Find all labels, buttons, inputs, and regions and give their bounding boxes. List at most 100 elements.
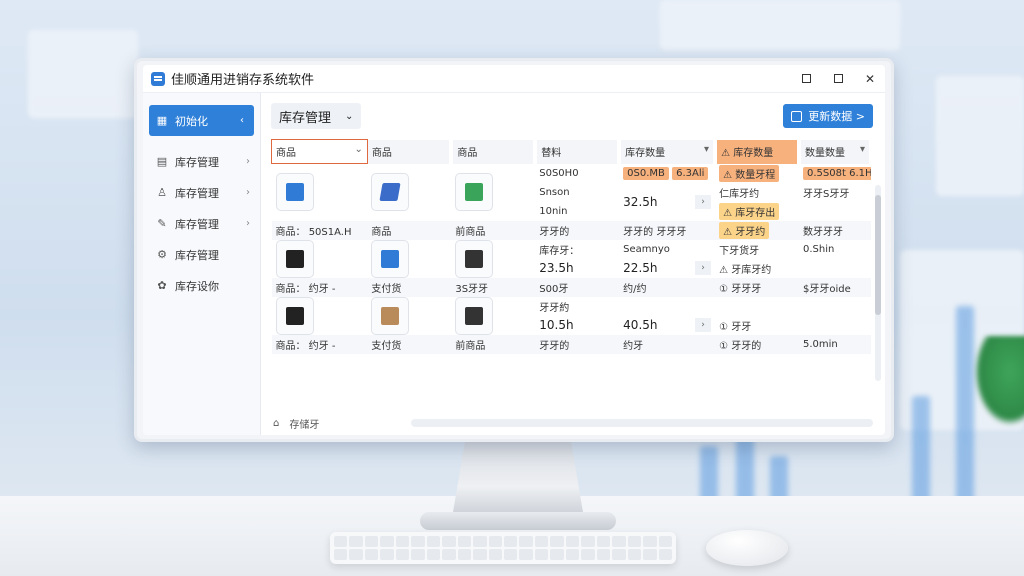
sidebar-item-init[interactable]: ▦ 初始化 ‹	[149, 105, 254, 136]
expand-button[interactable]: ›	[695, 318, 712, 332]
monitor-base	[420, 512, 616, 530]
minimize-button[interactable]	[799, 72, 813, 86]
gear-icon: ⚙	[157, 248, 167, 261]
cell: 23.5h	[539, 261, 574, 275]
cell: 0.5S08t 6.1H	[799, 164, 871, 183]
sidebar-item-settings[interactable]: ✿ 库存设你	[143, 270, 260, 301]
column-header[interactable]: 库存数量 ▾	[619, 139, 718, 164]
table-row[interactable]: 库存牙： Seamnyo 下牙货牙 0.Shin	[272, 239, 872, 278]
cell: ① 牙牙牙	[715, 277, 799, 297]
sidebar-item-inventory-3[interactable]: ✎ 库存管理 ›	[143, 208, 260, 239]
table-row[interactable]: 商品： 约牙 - 支付货 前商品 牙牙的 约牙 ① 牙牙的 5.0min	[271, 334, 871, 354]
column-header[interactable]: ⚠ 库存数量	[715, 139, 801, 164]
cell: 商品	[367, 220, 452, 240]
update-data-button[interactable]: 更新数据 >	[783, 104, 873, 128]
cell: 牙牙S牙牙	[803, 188, 850, 200]
product-thumbnail	[371, 173, 410, 211]
keyboard-key	[473, 536, 487, 547]
sidebar-item-inventory-4[interactable]: ⚙ 库存管理	[143, 239, 260, 270]
app-window: 佳顺通用进销存系统软件 ✕ ▦ 初始化 ‹ ▤ 库存管理 › ♙ 库存管理 › …	[143, 65, 885, 435]
keyboard-key	[643, 549, 657, 560]
footer-bar: ⌂ 存储牙	[273, 416, 319, 431]
product-thumbnail	[455, 296, 494, 335]
column-header[interactable]: 商品	[367, 139, 454, 164]
cell: 仁库牙约	[719, 188, 760, 200]
maximize-icon	[833, 74, 843, 83]
cell: 0S0.MB 6.3Ali	[619, 164, 715, 183]
cell: ⚠ 库牙存出	[715, 202, 799, 221]
cell: 32.5h ›	[619, 183, 715, 221]
keyboard-key	[627, 536, 642, 547]
footer-label: 存储牙	[289, 420, 320, 431]
home-icon[interactable]: ⌂	[273, 418, 279, 429]
product-thumbnail	[275, 296, 314, 335]
background-panel	[660, 0, 900, 50]
cell: ⚠ 数量牙程	[715, 164, 799, 183]
cell: 3S牙牙	[451, 277, 536, 297]
close-button[interactable]: ✕	[863, 72, 877, 86]
keyboard-key	[488, 536, 502, 547]
keyboard-key	[395, 536, 410, 547]
cell: ⚠ 牙库牙约	[719, 264, 772, 276]
column-header[interactable]: 数量数量 ▾	[799, 139, 873, 164]
warning-icon: ⚠	[721, 148, 734, 159]
keyboard-key	[565, 536, 580, 547]
sidebar-item-inventory-1[interactable]: ▤ 库存管理 ›	[143, 146, 260, 177]
grid-icon: ▦	[156, 114, 168, 127]
table-row[interactable]: S0S0H0 0S0.MB 6.3Ali ⚠ 数量牙程 0.5S08t 6.1H	[272, 164, 871, 212]
cell	[799, 316, 871, 335]
settings-icon: ✿	[157, 279, 167, 292]
keyboard-key	[442, 536, 456, 547]
keyboard-key	[534, 549, 549, 560]
horizontal-scrollbar[interactable]	[411, 419, 873, 427]
cell: 0.Shin	[803, 243, 835, 255]
keyboard-key	[395, 549, 410, 560]
sidebar-item-label: 库存管理	[175, 217, 219, 231]
window-title: 佳顺通用进销存系统软件	[171, 73, 315, 88]
cell: 数牙牙牙	[799, 220, 871, 240]
cell: 支付货	[367, 334, 452, 354]
cell	[799, 297, 871, 316]
module-dropdown[interactable]: 库存管理 ⌄	[271, 103, 362, 129]
cell: 牙牙的 牙牙牙	[619, 220, 716, 240]
cell: 5.0min	[799, 334, 871, 354]
cell: Seamnyo	[623, 243, 670, 255]
expand-button[interactable]: ›	[695, 261, 712, 275]
chevron-down-icon: ⌄	[345, 110, 354, 122]
keyboard-key	[550, 536, 564, 547]
expand-button[interactable]: ›	[695, 194, 712, 209]
column-header[interactable]: 替料	[535, 139, 622, 164]
cell: Snson	[539, 186, 570, 198]
refresh-icon	[791, 110, 803, 122]
sidebar-item-label: 库存管理	[175, 155, 219, 169]
cell: 10nin	[539, 205, 568, 217]
keyboard-key	[411, 536, 425, 547]
background-bar	[956, 306, 974, 516]
keyboard-key	[380, 536, 394, 547]
cell: 前商品	[451, 334, 536, 354]
close-icon: ✕	[864, 71, 876, 86]
cell: ① 牙牙	[719, 321, 752, 333]
keyboard-key	[457, 536, 472, 547]
column-header[interactable]: 商品	[451, 139, 538, 164]
page-title: 库存管理	[279, 110, 332, 126]
table-row[interactable]: 牙牙約	[272, 296, 872, 335]
keyboard-key	[550, 549, 564, 560]
background-plant	[974, 336, 1024, 426]
table-row[interactable]: 商品： 约牙 - 支付货 3S牙牙 S00牙 约/约 ① 牙牙牙 $牙牙oide	[271, 277, 871, 297]
keyboard-key	[612, 549, 626, 560]
maximize-button[interactable]	[831, 72, 845, 86]
product-thumbnail	[371, 296, 410, 335]
chevron-right-icon: ›	[246, 156, 250, 167]
column-header[interactable]: 商品 ⌄	[271, 139, 368, 164]
cell: 下牙货牙	[719, 245, 760, 257]
table-header-row: 商品 ⌄ 商品 商品 替料 库存数量 ▾ ⚠ 库存数量 数量数量 ▾	[271, 139, 873, 164]
table-row[interactable]: 商品： 50S1A.H 商品 前商品 牙牙的 牙牙的 牙牙牙 ⚠ 牙牙约 数牙牙…	[271, 220, 871, 240]
sidebar-item-inventory-2[interactable]: ♙ 库存管理 ›	[143, 177, 260, 208]
keyboard-key	[503, 536, 518, 547]
cell: ⚠ 牙牙约	[715, 220, 799, 240]
chevron-down-icon: ▾	[704, 144, 710, 155]
keyboard-key	[596, 549, 611, 560]
vertical-scrollbar[interactable]	[875, 185, 881, 381]
mouse	[706, 530, 788, 566]
